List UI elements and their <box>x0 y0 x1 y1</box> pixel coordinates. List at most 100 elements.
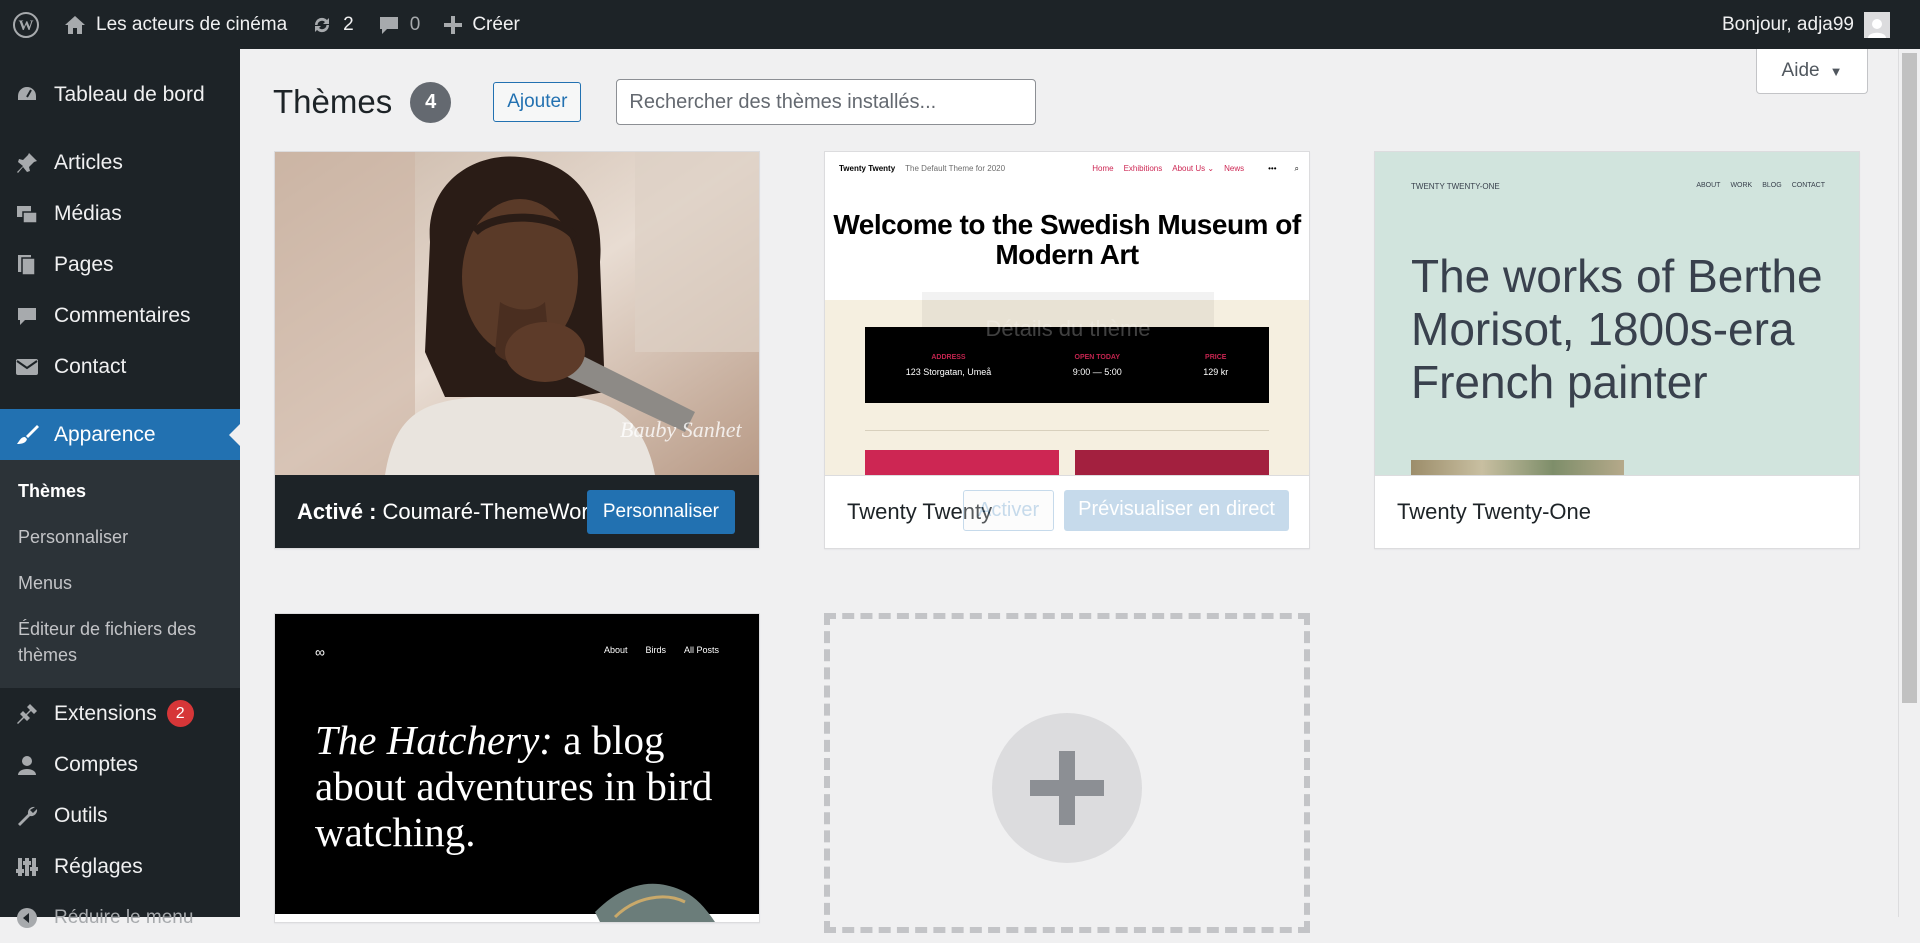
menu-label: Extensions <box>54 701 157 725</box>
mail-icon <box>14 354 40 380</box>
submenu-themes[interactable]: Thèmes <box>0 468 240 514</box>
hatchery-preview: ∞ About Birds All Posts The Hatchery: a … <box>275 614 759 922</box>
tt-nav-link: News <box>1224 164 1245 173</box>
updates-link[interactable]: 2 <box>299 0 366 49</box>
tt-nav-link: Home <box>1092 164 1114 173</box>
add-new-theme-card[interactable] <box>824 613 1310 933</box>
svg-text:Bauby Sanhet: Bauby Sanhet <box>620 417 742 442</box>
dashboard-icon <box>14 82 40 108</box>
menu-label: Médias <box>54 201 122 225</box>
submenu-menus[interactable]: Menus <box>0 560 240 606</box>
theme-card-twenty-twenty-one[interactable]: TWENTY TWENTY-ONE ABOUT WORK BLOG CONTAC… <box>1374 151 1860 549</box>
home-icon <box>64 15 86 35</box>
theme-screenshot: Bauby Sanhet <box>275 152 759 475</box>
tt-hero-title: Welcome to the Swedish Museum of Modern … <box>833 209 1301 270</box>
updates-count: 2 <box>343 13 354 35</box>
menu-articles[interactable]: Articles <box>0 137 240 188</box>
add-theme-button[interactable]: Ajouter <box>493 82 582 122</box>
tto-nav-links: ABOUT WORK BLOG CONTACT <box>1696 182 1825 191</box>
menu-contact[interactable]: Contact <box>0 341 240 392</box>
theme-search-input[interactable] <box>616 79 1037 125</box>
theme-card-active[interactable]: Bauby Sanhet Activé : Coumaré-ThemeWor..… <box>274 151 760 549</box>
tt-info-value: 9:00 — 5:00 <box>1072 366 1122 377</box>
plus-icon <box>444 15 463 34</box>
theme-name: Twenty Twenty-One <box>1397 499 1592 524</box>
plus-icon <box>1030 751 1104 825</box>
scrollbar-thumb[interactable] <box>1902 53 1917 703</box>
menu-label: Réglages <box>54 854 143 878</box>
hatchery-hero-italic: The Hatchery: <box>315 717 553 763</box>
theme-screenshot: TWENTY TWENTY-ONE ABOUT WORK BLOG CONTAC… <box>1375 152 1859 475</box>
tt-info-value: 123 Storgatan, Umeå <box>905 366 992 377</box>
hatchery-nav: About Birds All Posts <box>604 645 719 655</box>
active-label: Activé : <box>297 498 377 524</box>
theme-actions: Activer Prévisualiser en direct <box>963 490 1289 531</box>
apparence-submenu: Thèmes Personnaliser Menus Éditeur de fi… <box>0 460 240 688</box>
hatchery-hero-title: The Hatchery: a blog about adventures in… <box>315 717 715 855</box>
comment-icon <box>14 303 40 329</box>
avatar <box>1864 11 1890 38</box>
customize-button[interactable]: Personnaliser <box>586 490 735 534</box>
menu-label: Apparence <box>54 422 156 446</box>
greeting: Bonjour, adja99 <box>1721 13 1854 35</box>
menu-comptes[interactable]: Comptes <box>0 739 240 790</box>
svg-text:W: W <box>19 18 34 34</box>
settings-icon <box>14 854 40 880</box>
create-label: Créer <box>472 13 520 35</box>
tt-nav-link: About Us ⌄ <box>1172 164 1215 173</box>
menu-apparence[interactable]: Apparence <box>0 409 240 460</box>
live-preview-button[interactable]: Prévisualiser en direct <box>1064 490 1289 531</box>
tto-nav-link: BLOG <box>1762 182 1782 189</box>
site-name-link[interactable]: Les acteurs de cinéma <box>52 0 299 49</box>
tto-nav-link: WORK <box>1730 182 1753 189</box>
menu-extensions[interactable]: Extensions 2 <box>0 688 240 739</box>
tto-nav-link: ABOUT <box>1696 182 1721 189</box>
menu-commentaires[interactable]: Commentaires <box>0 290 240 341</box>
pin-icon <box>14 150 40 176</box>
activate-button[interactable]: Activer <box>963 490 1055 531</box>
tt-nav: Twenty Twenty The Default Theme for 2020… <box>839 164 1299 174</box>
admin-bar: W Les acteurs de cinéma 2 0 Créer Bonjou… <box>0 0 1920 49</box>
theme-card-hatchery[interactable]: ∞ About Birds All Posts The Hatchery: a … <box>274 613 760 923</box>
plugin-icon <box>14 701 40 727</box>
help-tab-button[interactable]: Aide ▼ <box>1756 49 1868 94</box>
comments-link[interactable]: 0 <box>366 0 433 49</box>
theme-card-twenty-twenty[interactable]: Twenty Twenty The Default Theme for 2020… <box>824 151 1310 549</box>
account-menu[interactable]: Bonjour, adja99 <box>1710 0 1920 49</box>
media-icon <box>14 201 40 227</box>
menu-outils[interactable]: Outils <box>0 790 240 841</box>
tt-nav-link: Exhibitions <box>1123 164 1163 173</box>
user-icon <box>14 752 40 778</box>
menu-label: Réduire le menu <box>54 906 194 928</box>
submenu-personnaliser[interactable]: Personnaliser <box>0 514 240 560</box>
submenu-theme-editor[interactable]: Éditeur de fichiers des thèmes <box>0 606 240 678</box>
menu-reglages[interactable]: Réglages <box>0 841 240 892</box>
comment-icon <box>378 15 400 35</box>
help-label: Aide <box>1781 60 1820 81</box>
admin-sidebar: Tableau de bord Articles Médias Pages Co… <box>0 49 240 928</box>
menu-label: Articles <box>54 150 123 174</box>
tt-divider <box>865 430 1269 431</box>
bird-icon <box>595 883 715 922</box>
tt-tagline: The Default Theme for 2020 <box>905 164 1006 173</box>
menu-medias[interactable]: Médias <box>0 188 240 239</box>
tt-image-block <box>865 450 1059 475</box>
menu-pages[interactable]: Pages <box>0 239 240 290</box>
collapse-menu-button[interactable]: Réduire le menu <box>0 892 240 943</box>
tto-brand: TWENTY TWENTY-ONE <box>1411 182 1500 191</box>
page-header: Thèmes 4 Ajouter <box>273 79 1037 125</box>
tt-header: Twenty Twenty The Default Theme for 2020… <box>825 152 1309 300</box>
theme-count-badge: 4 <box>410 81 452 123</box>
wrench-icon <box>14 803 40 829</box>
brush-icon <box>14 422 40 448</box>
update-count-badge: 2 <box>166 700 194 727</box>
tt-brand: Twenty Twenty <box>839 164 896 173</box>
theme-name-bar: Twenty Twenty-One <box>1375 475 1859 548</box>
refresh-icon <box>311 14 333 36</box>
collapse-icon <box>14 905 40 931</box>
wordpress-logo-icon[interactable]: W <box>0 0 52 49</box>
create-link[interactable]: Créer <box>432 0 532 49</box>
menu-dashboard[interactable]: Tableau de bord <box>0 69 240 120</box>
page-scrollbar[interactable] <box>1898 49 1920 917</box>
theme-details-overlay[interactable]: Détails du thème <box>922 292 1214 366</box>
